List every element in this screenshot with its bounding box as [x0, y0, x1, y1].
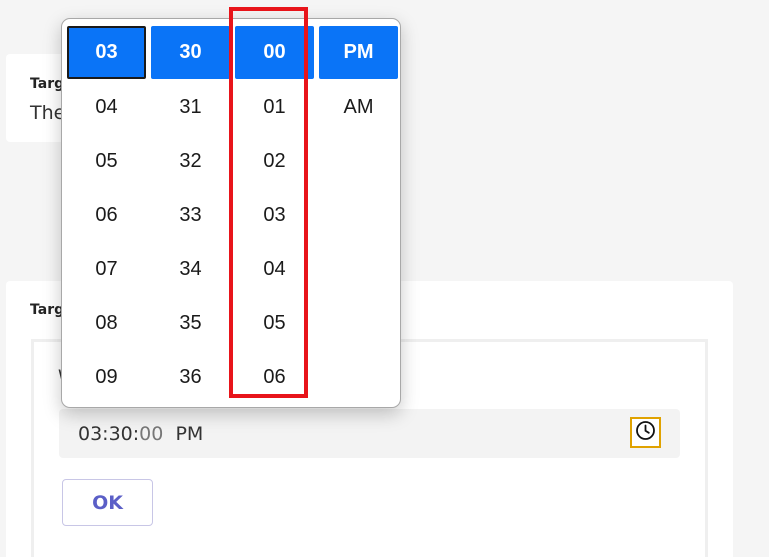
card-bottom-label: Targ	[30, 302, 65, 318]
time-seconds: 00	[139, 423, 164, 445]
period-option[interactable]: PM	[319, 26, 398, 79]
clock-button[interactable]	[630, 417, 661, 448]
minute-option[interactable]: 30	[151, 26, 230, 79]
minute-option[interactable]: 35	[151, 296, 230, 350]
minute-option[interactable]: 33	[151, 188, 230, 242]
hour-option[interactable]: 09	[67, 350, 146, 404]
hour-option[interactable]: 07	[67, 242, 146, 296]
minute-option[interactable]: 32	[151, 134, 230, 188]
second-option[interactable]: 06	[235, 350, 314, 404]
second-option[interactable]: 05	[235, 296, 314, 350]
hour-option[interactable]: 08	[67, 296, 146, 350]
hour-option[interactable]: 04	[67, 80, 146, 134]
second-option[interactable]: 03	[235, 188, 314, 242]
hour-column[interactable]: 03 04 05 06 07 08 09	[67, 26, 146, 404]
hour-option[interactable]: 06	[67, 188, 146, 242]
second-column[interactable]: 00 01 02 03 04 05 06	[235, 26, 314, 404]
second-option[interactable]: 02	[235, 134, 314, 188]
minute-option[interactable]: 36	[151, 350, 230, 404]
period-column[interactable]: PM AM	[319, 26, 398, 134]
hour-option[interactable]: 03	[67, 26, 146, 79]
period-option[interactable]: AM	[319, 80, 398, 134]
time-value: 03:30:00 PM	[78, 423, 203, 445]
time-hour-minute: 03:30:	[78, 423, 140, 445]
clock-icon	[635, 420, 656, 446]
second-option[interactable]: 01	[235, 80, 314, 134]
time-input[interactable]: 03:30:00 PM	[59, 409, 680, 458]
minute-column[interactable]: 30 31 32 33 34 35 36	[151, 26, 230, 404]
time-period: PM	[175, 423, 204, 445]
hour-option[interactable]: 05	[67, 134, 146, 188]
time-picker-popup: 03 04 05 06 07 08 09 30 31 32 33 34 35 3…	[61, 18, 401, 408]
second-option[interactable]: 00	[235, 26, 314, 79]
minute-option[interactable]: 34	[151, 242, 230, 296]
minute-option[interactable]: 31	[151, 80, 230, 134]
second-option[interactable]: 04	[235, 242, 314, 296]
ok-button[interactable]: OK	[62, 479, 153, 526]
card-top-label: Targ	[30, 76, 65, 92]
